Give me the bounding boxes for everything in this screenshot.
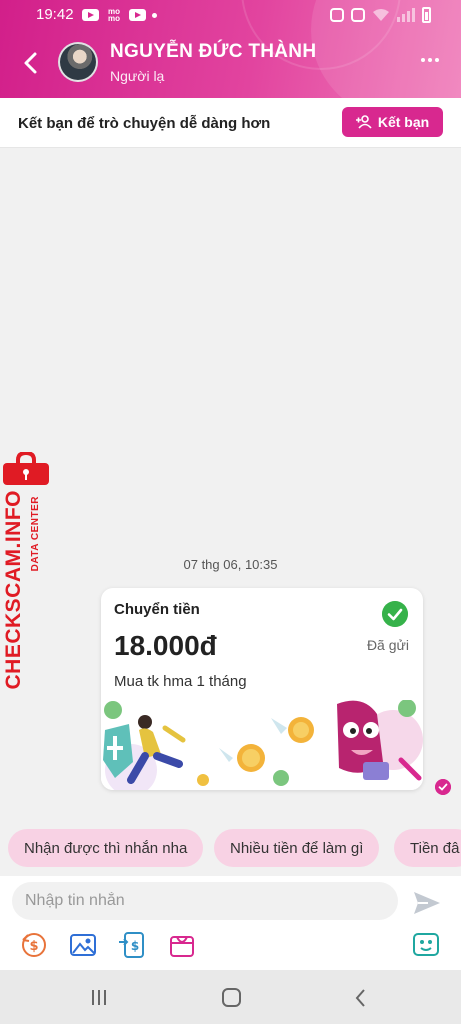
sticker-icon[interactable]	[412, 931, 440, 959]
avatar[interactable]	[58, 42, 98, 82]
image-icon[interactable]	[69, 931, 97, 959]
signal-icon	[397, 8, 415, 22]
request-money-icon[interactable]: $	[118, 931, 146, 959]
transfer-status: Đã gửi	[366, 637, 409, 653]
status-bar: 19:42 mo mo	[0, 0, 461, 30]
money-transfer-icon[interactable]: $	[20, 931, 48, 959]
quick-reply-chip[interactable]: Tiền đâ	[394, 829, 461, 867]
add-friend-button[interactable]: Kết bạn	[342, 107, 443, 137]
wifi-icon	[373, 9, 389, 21]
status-notification-icons: mo mo	[82, 7, 157, 23]
home-icon[interactable]	[222, 988, 241, 1007]
checkmark-icon	[382, 601, 408, 627]
add-friend-banner: Kết bạn để trò chuyện dễ dàng hơn Kết bạ…	[0, 98, 461, 148]
more-options-icon[interactable]	[421, 58, 439, 62]
more-notifications-icon	[152, 12, 157, 18]
alarm-icon	[330, 8, 344, 22]
money-transfer-card[interactable]: Chuyển tiền 18.000đ Mua tk hma 1 tháng Đ…	[101, 588, 423, 790]
contact-status: Người lạ	[110, 68, 165, 84]
transfer-note: Mua tk hma 1 tháng	[114, 673, 247, 690]
youtube-icon	[82, 9, 99, 21]
chat-header: 19:42 mo mo NGUYỄN ĐỨC THÀNH Người lạ	[0, 0, 461, 98]
send-icon[interactable]	[412, 890, 442, 916]
youtube-icon	[129, 9, 146, 21]
transfer-amount: 18.000đ	[114, 630, 217, 661]
status-time: 19:42	[36, 6, 74, 23]
nav-back-icon[interactable]	[352, 988, 370, 1008]
status-system-icons	[330, 7, 431, 23]
battery-icon	[422, 7, 431, 23]
gift-icon[interactable]	[168, 931, 196, 959]
message-timestamp: 07 thg 06, 10:35	[183, 557, 278, 572]
padlock-icon	[3, 452, 49, 485]
quick-reply-chip[interactable]: Nhận được thì nhắn nha	[8, 829, 204, 867]
message-composer: $ $	[0, 876, 461, 970]
message-sent-icon	[435, 779, 451, 795]
transfer-title: Chuyển tiền	[114, 601, 200, 618]
lock-icon	[351, 8, 365, 22]
momo-icon: mo mo	[108, 7, 120, 23]
quick-reply-list: Nhận được thì nhắn nha Nhiều tiền để làm…	[0, 829, 461, 869]
transfer-illustration	[101, 700, 423, 790]
watermark-sub-text: DATA CENTER	[30, 496, 41, 572]
svg-text:$: $	[131, 939, 139, 953]
quick-reply-chip[interactable]: Nhiều tiền để làm gì	[214, 829, 380, 867]
watermark-main-text: CHECKSCAM.INFO	[2, 490, 25, 690]
svg-text:$: $	[29, 939, 38, 954]
system-navigation-bar	[0, 970, 461, 1024]
message-input[interactable]	[12, 882, 398, 920]
recent-apps-icon[interactable]	[92, 990, 106, 1005]
back-arrow-icon[interactable]	[16, 48, 46, 78]
add-friend-prompt: Kết bạn để trò chuyện dễ dàng hơn	[18, 115, 271, 132]
contact-name[interactable]: NGUYỄN ĐỨC THÀNH	[110, 41, 316, 63]
add-person-icon	[355, 115, 372, 129]
add-friend-button-label: Kết bạn	[377, 114, 430, 130]
